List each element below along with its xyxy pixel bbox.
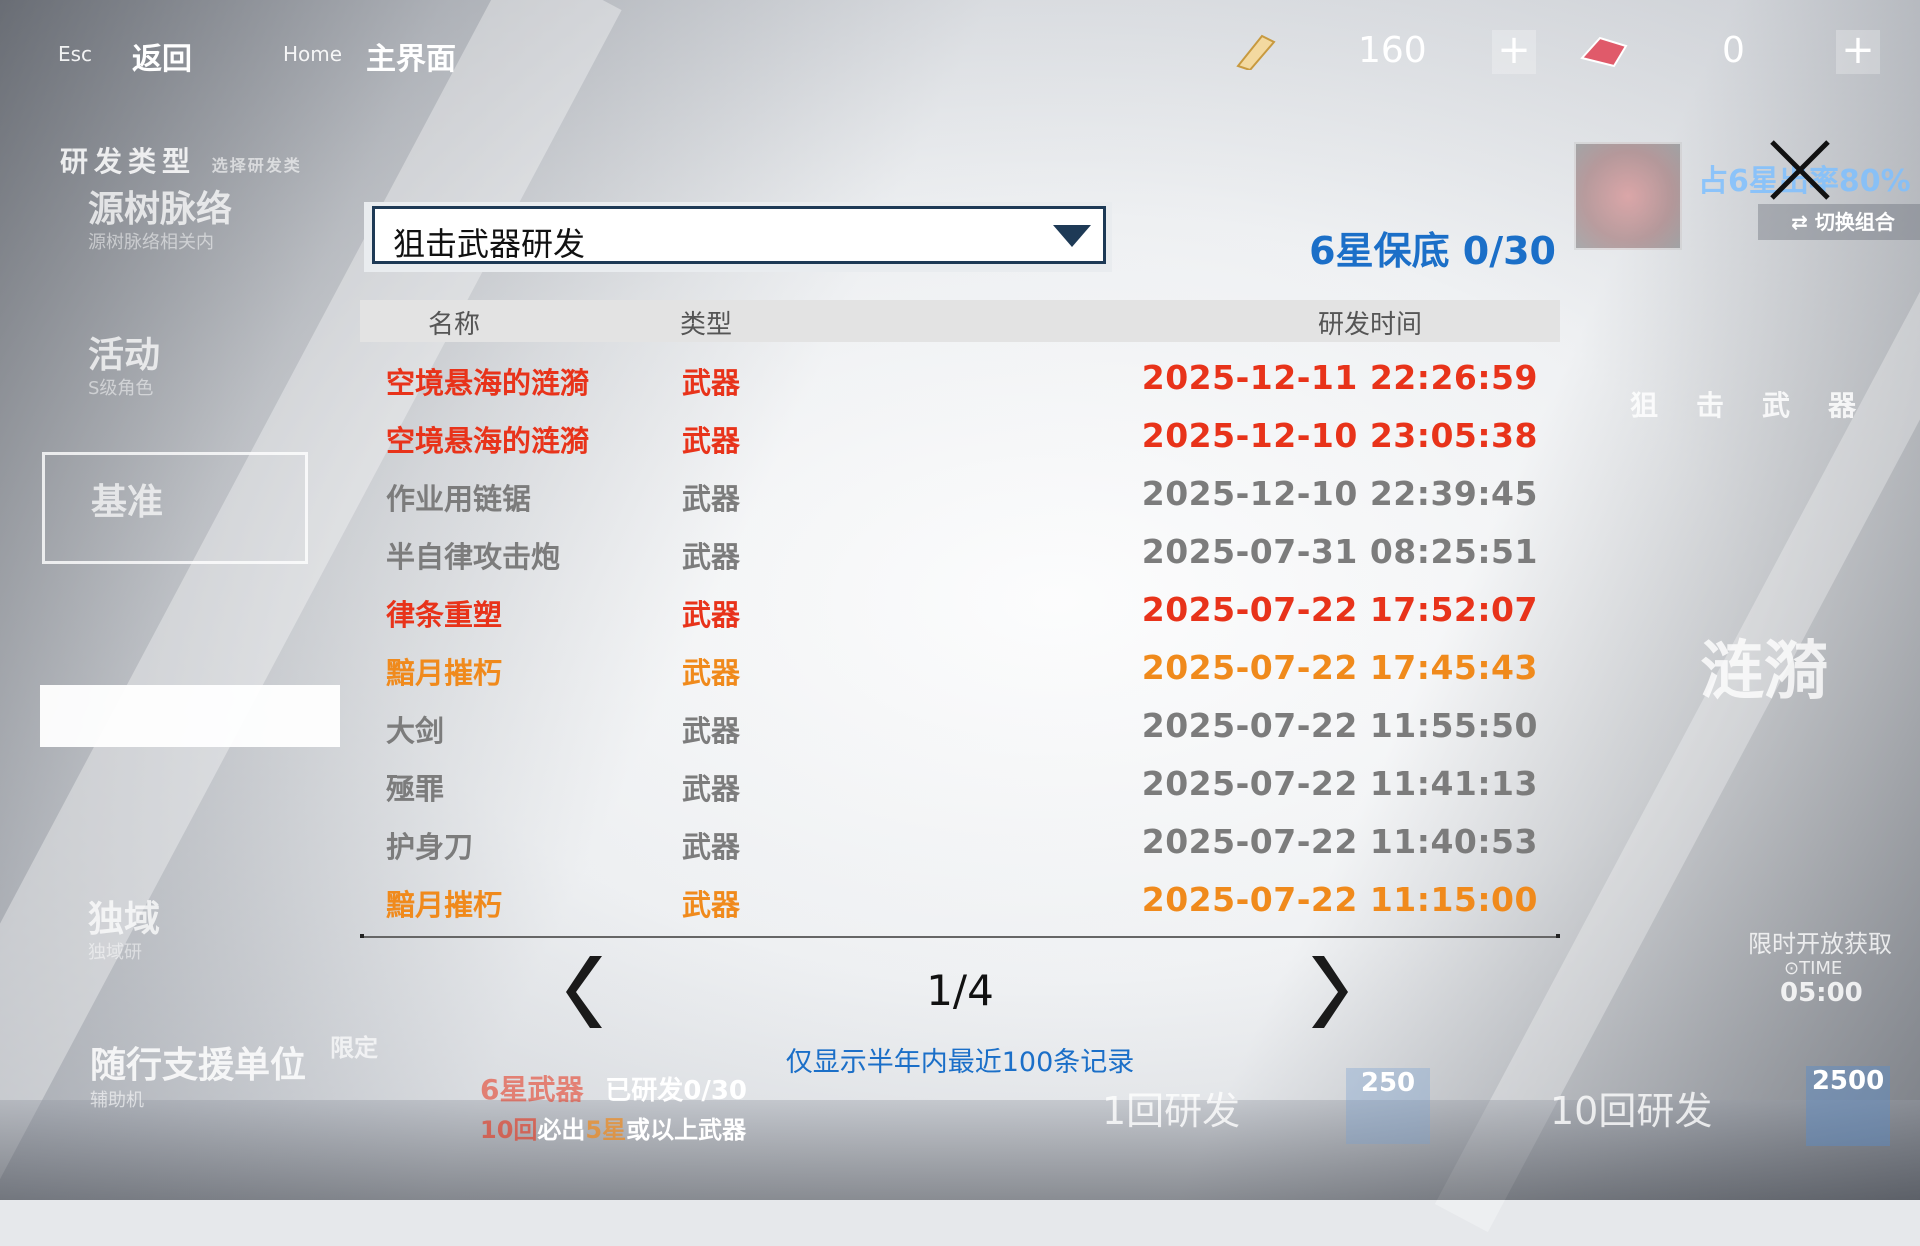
table-divider: [360, 934, 1560, 938]
home-key-hint: Home: [283, 42, 343, 66]
item-time: 2025-07-22 17:52:07: [1141, 590, 1538, 629]
home-button[interactable]: 主界面: [366, 34, 456, 78]
item-name: 护身刀: [386, 830, 474, 864]
item-name: 空境悬海的涟漪: [386, 424, 590, 458]
item-type: 武器: [682, 714, 741, 748]
item-name: 律条重塑: [386, 598, 503, 632]
time-value: 05:00: [1780, 978, 1863, 1008]
item-time: 2025-12-10 23:05:38: [1141, 416, 1538, 455]
header-type: 类型: [680, 310, 733, 340]
item-name: 作业用链锯: [386, 482, 532, 516]
item-type: 武器: [682, 598, 741, 632]
menu-item-label: 基准: [91, 482, 164, 523]
add-currency1-button[interactable]: +: [1492, 30, 1536, 74]
switch-combo-button[interactable]: ⇄ 切换组合: [1758, 204, 1920, 240]
header-name: 名称: [428, 310, 481, 340]
item-time: 2025-07-22 11:55:50: [1141, 706, 1538, 745]
item-type: 武器: [682, 888, 741, 922]
research-type-hint: 选择研发类: [211, 156, 302, 175]
item-name: 半自律攻击炮: [386, 540, 561, 574]
support-unit-item[interactable]: 随行支援单位: [90, 1036, 306, 1088]
research-type-title: 研发类型 选择研发类: [60, 145, 302, 178]
time-label: ⊙TIME: [1784, 958, 1843, 979]
open-info: 限时开放获取: [1748, 930, 1892, 958]
research-ticket-icon: [1236, 34, 1276, 70]
item-time: 2025-07-22 11:41:13: [1141, 764, 1538, 803]
header-time: 研发时间: [1318, 310, 1423, 340]
support-unit-sub: 辅助机: [90, 1090, 144, 1111]
dropdown-arrow-icon: [1053, 225, 1091, 247]
table-row: 大剑 武器 2025-07-22 11:55:50: [360, 700, 1560, 758]
esc-key-hint: Esc: [58, 42, 93, 66]
item-time: 2025-12-10 22:39:45: [1141, 474, 1538, 513]
pool-dropdown[interactable]: 狙击武器研发: [372, 206, 1106, 264]
pull-1-button[interactable]: 1回研发: [1102, 1080, 1240, 1135]
pull-10-cost: 2500: [1806, 1066, 1890, 1146]
item-time: 2025-07-31 08:25:51: [1141, 532, 1538, 571]
dropdown-value: 狙击武器研发: [393, 225, 586, 263]
menu-item-exclusive[interactable]: 独域: [88, 890, 160, 942]
table-row: 律条重塑 武器 2025-07-22 17:52:07: [360, 584, 1560, 642]
featured-name: 涟漪: [1700, 635, 1828, 709]
top-bar: Esc 返回 Home 主界面 160 + 0 +: [0, 0, 1920, 100]
history-modal: 狙击武器研发 6星保底 0/30 名称 类型 研发时间 空境悬海的涟漪 武器 202…: [360, 200, 1560, 1078]
item-type: 武器: [682, 482, 741, 516]
pull-10-button[interactable]: 10回研发: [1550, 1080, 1712, 1135]
pull-1-cost: 250: [1346, 1068, 1430, 1144]
guarantee-text: 10回必出5星或以上武器: [480, 1116, 747, 1144]
item-time: 2025-07-22 17:45:43: [1141, 648, 1538, 687]
prev-page-icon[interactable]: [564, 952, 608, 1032]
research-type-menu: 研发类型 选择研发类 源树脉络 源树脉络相关内 活动 S级角色 基准 独域 独域…: [0, 130, 340, 1130]
menu-item-event[interactable]: 活动: [88, 326, 160, 378]
add-currency2-button[interactable]: +: [1836, 30, 1880, 74]
pool-title: 狙击武器: [1630, 389, 1895, 422]
history-table: 空境悬海的涟漪 武器 2025-12-11 22:26:59 空境悬海的涟漪 武器 20…: [360, 352, 1560, 932]
table-row: 作业用链锯 武器 2025-12-10 22:39:45: [360, 468, 1560, 526]
back-button[interactable]: 返回: [132, 34, 192, 78]
pity-counter: 6星保底 0/30: [1309, 229, 1556, 273]
table-row: 殛罪 武器 2025-07-22 11:41:13: [360, 758, 1560, 816]
menu-item-source-tree[interactable]: 源树脉络: [88, 180, 232, 232]
item-type: 武器: [682, 656, 741, 690]
close-icon[interactable]: [1764, 134, 1836, 206]
premium-ticket-icon: [1580, 36, 1628, 68]
item-name: 黯月摧朽: [386, 888, 503, 922]
item-type: 武器: [682, 830, 741, 864]
table-row: 空境悬海的涟漪 武器 2025-12-10 23:05:38: [360, 410, 1560, 468]
table-row: 黯月摧朽 武器 2025-07-22 17:45:43: [360, 642, 1560, 700]
featured-thumbnail[interactable]: [1574, 142, 1682, 250]
menu-highlight: [40, 685, 340, 747]
table-row: 空境悬海的涟漪 武器 2025-12-11 22:26:59: [360, 352, 1560, 410]
item-name: 殛罪: [386, 772, 445, 806]
table-row: 黯月摧朽 武器 2025-07-22 11:15:00: [360, 874, 1560, 932]
item-time: 2025-07-22 11:40:53: [1141, 822, 1538, 861]
item-name: 黯月摧朽: [386, 656, 503, 690]
menu-item-sub: S级角色: [88, 378, 154, 399]
table-row: 护身刀 武器 2025-07-22 11:40:53: [360, 816, 1560, 874]
currency1-value: 160: [1358, 30, 1427, 71]
item-time: 2025-07-22 11:15:00: [1141, 880, 1538, 919]
item-type: 武器: [682, 772, 741, 806]
next-page-icon[interactable]: [1306, 952, 1350, 1032]
item-type: 武器: [682, 366, 741, 400]
item-time: 2025-12-11 22:26:59: [1141, 358, 1538, 397]
menu-item-sub: 源树脉络相关内: [88, 232, 214, 253]
menu-item-sub: 独域研: [88, 942, 142, 963]
item-name: 大剑: [386, 714, 445, 748]
page-indicator: 1/4: [926, 966, 994, 1015]
item-type: 武器: [682, 424, 741, 458]
table-header: 名称 类型 研发时间: [360, 300, 1560, 342]
item-name: 空境悬海的涟漪: [386, 366, 590, 400]
pool-dropdown-wrap: 狙击武器研发: [364, 202, 1112, 272]
currency2-value: 0: [1722, 30, 1745, 71]
records-note: 仅显示半年内最近100条记录: [785, 1047, 1135, 1078]
table-row: 半自律攻击炮 武器 2025-07-31 08:25:51: [360, 526, 1560, 584]
item-type: 武器: [682, 540, 741, 574]
menu-item-standard[interactable]: 基准: [42, 452, 308, 564]
